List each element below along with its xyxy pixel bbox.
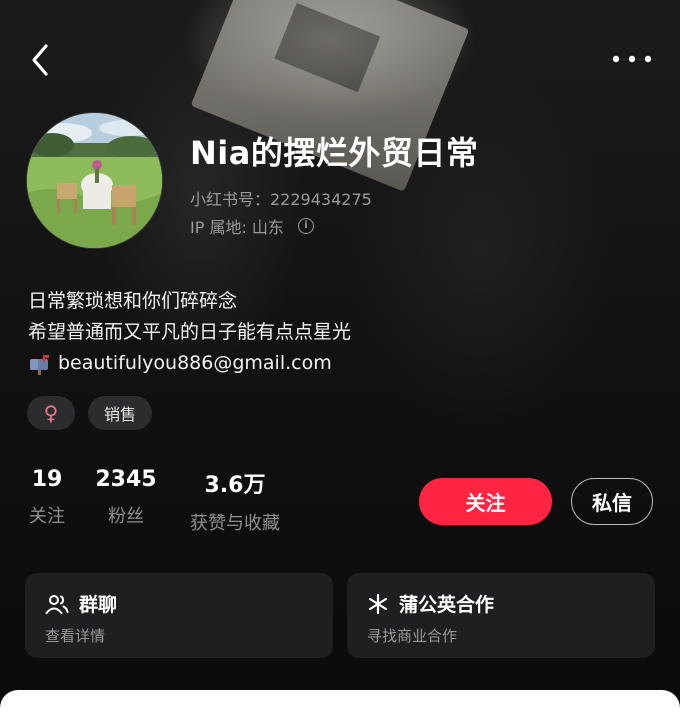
stat-likes-label: 获赞与收藏 xyxy=(190,513,280,534)
dandelion-icon xyxy=(368,593,388,614)
mailbox-icon xyxy=(30,354,49,375)
stat-likes-value: 3.6万 xyxy=(204,473,266,498)
group-chat-card[interactable]: 群聊 查看详情 xyxy=(25,573,333,658)
stat-following[interactable]: 19 关注 xyxy=(22,467,72,528)
profile-ip-location: IP 属地: 山东 i xyxy=(190,214,314,238)
stat-following-value: 19 xyxy=(31,467,63,492)
bio-email: beautifulyou886@gmail.com xyxy=(58,352,332,374)
occupation-tag: 销售 xyxy=(88,396,153,430)
ip-location-text: IP 属地: 山东 xyxy=(190,218,284,237)
avatar[interactable] xyxy=(27,113,162,248)
content-sheet-edge xyxy=(0,690,680,720)
stat-followers[interactable]: 2345 粉丝 xyxy=(91,467,161,528)
back-button[interactable] xyxy=(22,40,62,80)
group-chat-title: 群聊 xyxy=(79,594,118,616)
gender-tag: ♀ xyxy=(27,396,75,430)
stat-followers-value: 2345 xyxy=(95,467,157,492)
bio-email-row: beautifulyou886@gmail.com xyxy=(28,348,351,379)
profile-bio: 日常繁琐想和你们碎碎念 希望普通而又平凡的日子能有点点星光 beautifuly… xyxy=(28,286,351,379)
dandelion-subtitle: 寻找商业合作 xyxy=(367,627,458,645)
more-dots-icon xyxy=(612,55,652,63)
avatar-image xyxy=(27,113,162,248)
group-icon xyxy=(45,594,69,614)
chevron-left-icon xyxy=(32,44,48,76)
message-button[interactable]: 私信 xyxy=(571,478,653,525)
profile-tags: ♀ 销售 xyxy=(27,396,153,430)
info-icon[interactable]: i xyxy=(297,218,314,234)
group-chat-subtitle: 查看详情 xyxy=(45,627,106,645)
bio-line-1: 日常繁琐想和你们碎碎念 xyxy=(28,290,238,312)
stat-likes-collects[interactable]: 3.6万 获赞与收藏 xyxy=(180,467,290,535)
profile-id: 小红书号：2229434275 xyxy=(190,190,372,209)
dandelion-title: 蒲公英合作 xyxy=(399,594,495,616)
stat-following-label: 关注 xyxy=(29,506,65,527)
dandelion-title-row: 蒲公英合作 xyxy=(367,590,494,617)
dandelion-cooperation-card[interactable]: 蒲公英合作 寻找商业合作 xyxy=(347,573,655,658)
profile-nickname: Nia的摆烂外贸日常 xyxy=(190,134,479,172)
group-chat-title-row: 群聊 xyxy=(45,590,117,617)
stat-followers-label: 粉丝 xyxy=(108,506,144,527)
more-options-button[interactable] xyxy=(606,44,656,74)
follow-button[interactable]: 关注 xyxy=(419,478,552,525)
bio-line-2: 希望普通而又平凡的日子能有点点星光 xyxy=(28,321,352,343)
